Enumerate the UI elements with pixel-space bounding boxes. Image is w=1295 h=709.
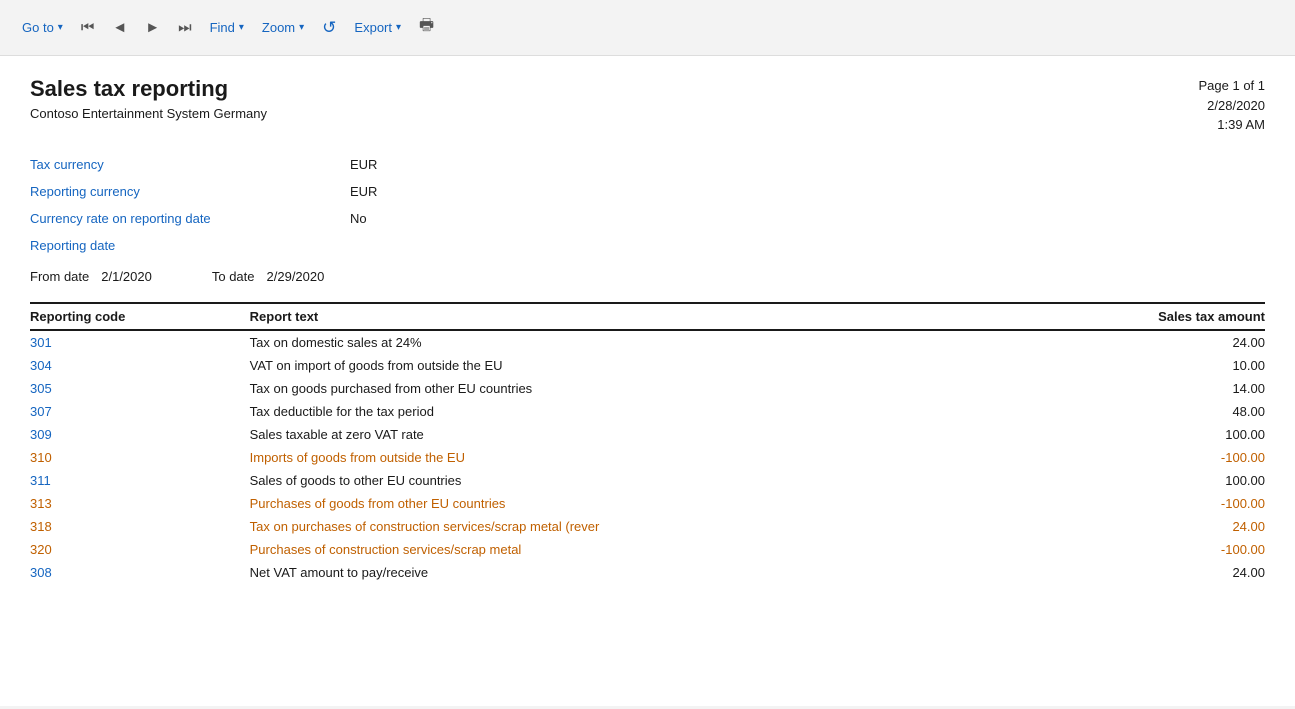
- tax-currency-row: Tax currency EUR: [30, 151, 1265, 178]
- table-row: 310Imports of goods from outside the EU-…: [30, 446, 1265, 469]
- row-code: 318: [30, 515, 250, 538]
- report-title: Sales tax reporting: [30, 76, 267, 102]
- table-row: 305Tax on goods purchased from other EU …: [30, 377, 1265, 400]
- row-description: Tax on goods purchased from other EU cou…: [250, 377, 1010, 400]
- report-date: 2/28/2020: [1199, 96, 1266, 116]
- nav-next-button[interactable]: ►: [139, 15, 166, 40]
- row-amount: 100.00: [1010, 469, 1265, 492]
- row-amount: 24.00: [1010, 561, 1265, 584]
- row-code: 313: [30, 492, 250, 515]
- find-chevron-icon: ▾: [239, 22, 244, 33]
- row-description: Net VAT amount to pay/receive: [250, 561, 1010, 584]
- export-label: Export: [354, 20, 392, 35]
- tax-currency-label: Tax currency: [30, 157, 350, 172]
- reporting-currency-row: Reporting currency EUR: [30, 178, 1265, 205]
- from-date-value: 2/1/2020: [101, 269, 152, 284]
- col-report-text: Report text: [250, 303, 1010, 330]
- row-code: 311: [30, 469, 250, 492]
- find-button[interactable]: Find ▾: [204, 16, 250, 39]
- row-code: 301: [30, 330, 250, 354]
- report-area: Sales tax reporting Contoso Entertainmen…: [0, 56, 1295, 706]
- row-amount: 48.00: [1010, 400, 1265, 423]
- info-section: Tax currency EUR Reporting currency EUR …: [30, 151, 1265, 259]
- from-date-label: From date: [30, 269, 89, 284]
- export-chevron-icon: ▾: [396, 22, 401, 33]
- row-amount: 24.00: [1010, 515, 1265, 538]
- row-description: Tax on domestic sales at 24%: [250, 330, 1010, 354]
- to-date-group: To date 2/29/2020: [212, 269, 325, 284]
- row-description: Sales of goods to other EU countries: [250, 469, 1010, 492]
- row-amount: 14.00: [1010, 377, 1265, 400]
- row-description: Purchases of goods from other EU countri…: [250, 492, 1010, 515]
- nav-prev-button[interactable]: ◄: [106, 15, 133, 40]
- currency-rate-value: No: [350, 211, 367, 226]
- currency-rate-label: Currency rate on reporting date: [30, 211, 350, 226]
- table-row: 309Sales taxable at zero VAT rate100.00: [30, 423, 1265, 446]
- row-amount: -100.00: [1010, 492, 1265, 515]
- zoom-label: Zoom: [262, 20, 295, 35]
- col-reporting-code: Reporting code: [30, 303, 250, 330]
- reporting-date-row: Reporting date: [30, 232, 1265, 259]
- table-row: 318Tax on purchases of construction serv…: [30, 515, 1265, 538]
- report-time: 1:39 AM: [1199, 115, 1266, 135]
- zoom-button[interactable]: Zoom ▾: [256, 16, 310, 39]
- currency-rate-row: Currency rate on reporting date No: [30, 205, 1265, 232]
- row-code: 308: [30, 561, 250, 584]
- reporting-date-label: Reporting date: [30, 238, 350, 253]
- row-code: 304: [30, 354, 250, 377]
- row-code: 305: [30, 377, 250, 400]
- table-row: 301Tax on domestic sales at 24%24.00: [30, 330, 1265, 354]
- to-date-label: To date: [212, 269, 255, 284]
- col-sales-tax-amount: Sales tax amount: [1010, 303, 1265, 330]
- export-button[interactable]: Export ▾: [348, 16, 407, 39]
- goto-label: Go to: [22, 20, 54, 35]
- refresh-button[interactable]: ↺: [316, 14, 342, 42]
- find-label: Find: [210, 20, 235, 35]
- row-code: 307: [30, 400, 250, 423]
- reporting-currency-value: EUR: [350, 184, 377, 199]
- goto-chevron-icon: ▾: [58, 22, 63, 33]
- nav-first-button[interactable]: ⏮: [75, 15, 101, 40]
- row-code: 320: [30, 538, 250, 561]
- toolbar: Go to ▾ ⏮ ◄ ► ⏭ Find ▾ Zoom ▾ ↺ Export ▾…: [0, 0, 1295, 56]
- table-row: 311Sales of goods to other EU countries1…: [30, 469, 1265, 492]
- table-row: 307Tax deductible for the tax period48.0…: [30, 400, 1265, 423]
- reporting-currency-label: Reporting currency: [30, 184, 350, 199]
- report-header: Sales tax reporting Contoso Entertainmen…: [30, 76, 1265, 135]
- page-info: Page 1 of 1: [1199, 76, 1266, 96]
- report-subtitle: Contoso Entertainment System Germany: [30, 106, 267, 121]
- row-amount: 100.00: [1010, 423, 1265, 446]
- print-button[interactable]: 🖶: [413, 10, 440, 45]
- row-description: Tax deductible for the tax period: [250, 400, 1010, 423]
- report-table: Reporting code Report text Sales tax amo…: [30, 302, 1265, 584]
- row-code: 310: [30, 446, 250, 469]
- row-code: 309: [30, 423, 250, 446]
- table-header-row: Reporting code Report text Sales tax amo…: [30, 303, 1265, 330]
- row-amount: 24.00: [1010, 330, 1265, 354]
- date-section: From date 2/1/2020 To date 2/29/2020: [30, 269, 1265, 284]
- row-description: Tax on purchases of construction service…: [250, 515, 1010, 538]
- table-row: 313Purchases of goods from other EU coun…: [30, 492, 1265, 515]
- row-description: Imports of goods from outside the EU: [250, 446, 1010, 469]
- to-date-value: 2/29/2020: [267, 269, 325, 284]
- goto-button[interactable]: Go to ▾: [16, 16, 69, 39]
- report-meta: Page 1 of 1 2/28/2020 1:39 AM: [1199, 76, 1266, 135]
- zoom-chevron-icon: ▾: [299, 22, 304, 33]
- row-description: VAT on import of goods from outside the …: [250, 354, 1010, 377]
- tax-currency-value: EUR: [350, 157, 377, 172]
- row-amount: -100.00: [1010, 446, 1265, 469]
- table-row: 308Net VAT amount to pay/receive24.00: [30, 561, 1265, 584]
- row-amount: 10.00: [1010, 354, 1265, 377]
- row-amount: -100.00: [1010, 538, 1265, 561]
- row-description: Purchases of construction services/scrap…: [250, 538, 1010, 561]
- report-title-section: Sales tax reporting Contoso Entertainmen…: [30, 76, 267, 121]
- table-row: 304VAT on import of goods from outside t…: [30, 354, 1265, 377]
- row-description: Sales taxable at zero VAT rate: [250, 423, 1010, 446]
- table-row: 320Purchases of construction services/sc…: [30, 538, 1265, 561]
- nav-last-button[interactable]: ⏭: [172, 15, 198, 40]
- from-date-group: From date 2/1/2020: [30, 269, 152, 284]
